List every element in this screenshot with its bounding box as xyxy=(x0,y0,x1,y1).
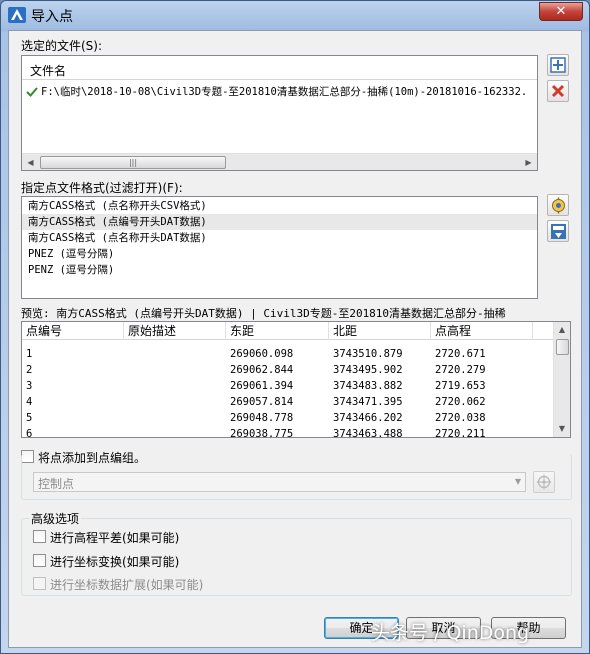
column-header-raw-description[interactable]: 原始描述 xyxy=(124,322,226,340)
cell-point-number: 1 xyxy=(26,348,33,360)
table-row[interactable]: 6 269038.775 3743463.488 2720.211 xyxy=(22,426,553,442)
cell-raw-description xyxy=(124,362,226,378)
scroll-up-icon[interactable]: ▲ xyxy=(554,322,570,338)
format-item[interactable]: PNEZ (逗号分隔) xyxy=(28,246,114,262)
scroll-right-icon[interactable]: ▶ xyxy=(520,154,537,171)
cell-raw-description xyxy=(124,394,226,410)
dialog-body: 选定的文件(S): 文件名 F:\临时\2018-10-08\Civil3D专题… xyxy=(8,30,582,648)
cell-raw-description xyxy=(124,378,226,394)
cell-elevation: 2720.211 xyxy=(435,428,486,440)
cell-northing: 3743483.882 xyxy=(333,380,403,392)
cell-point-number: 4 xyxy=(26,396,33,408)
manage-formats-button[interactable] xyxy=(547,194,569,216)
point-group-dropdown[interactable]: 控制点 ▾ xyxy=(33,472,526,492)
point-group-value: 控制点 xyxy=(38,477,75,491)
preview-vertical-scrollbar[interactable]: ▲ ▼ xyxy=(553,322,570,437)
coordinate-data-expansion-label: 进行坐标数据扩展(如果可能) xyxy=(50,578,204,592)
remove-icon xyxy=(551,84,565,98)
cell-easting: 269038.775 xyxy=(230,428,294,440)
add-files-button[interactable] xyxy=(547,54,569,76)
selected-files-list[interactable]: 文件名 F:\临时\2018-10-08\Civil3D专题-至201810清基… xyxy=(21,55,538,171)
coordinate-transform-checkbox[interactable] xyxy=(33,554,46,567)
preview-table-header: 点编号 原始描述 东距 北距 点高程 xyxy=(22,322,553,340)
files-list-header: 文件名 xyxy=(22,62,537,80)
edit-format-icon xyxy=(551,224,566,239)
checkmark-icon xyxy=(26,87,38,97)
scroll-down-icon[interactable]: ▼ xyxy=(554,421,570,437)
selected-files-label: 选定的文件(S): xyxy=(21,39,103,53)
add-files-icon xyxy=(550,57,566,73)
cell-point-number: 5 xyxy=(26,412,33,424)
elevation-adjustment-label: 进行高程平差(如果可能) xyxy=(50,531,180,545)
format-item[interactable]: 南方CASS格式 (点名称开头DAT数据) xyxy=(28,230,207,246)
preview-scroll-thumb[interactable] xyxy=(556,339,569,355)
table-row[interactable]: 4 269057.814 3743471.395 2720.062 xyxy=(22,394,553,410)
files-horizontal-scrollbar[interactable]: ◀ ||| ▶ xyxy=(22,153,537,170)
close-icon: ✕ xyxy=(555,4,567,19)
point-file-format-list[interactable]: 南方CASS格式 (点名称开头CSV格式) 南方CASS格式 (点编号开头DAT… xyxy=(21,196,538,299)
format-item[interactable]: PENZ (逗号分隔) xyxy=(28,262,114,278)
point-file-format-label: 指定点文件格式(过滤打开)(F): xyxy=(21,181,183,195)
column-header-elevation[interactable]: 点高程 xyxy=(431,322,533,340)
scroll-left-icon[interactable]: ◀ xyxy=(22,154,39,171)
cell-elevation: 2720.038 xyxy=(435,412,486,424)
advanced-options-title: 高级选项 xyxy=(29,510,82,527)
cell-raw-description xyxy=(124,346,226,362)
point-group-picker-icon xyxy=(536,474,552,490)
import-points-dialog: 导入点 ✕ 选定的文件(S): 文件名 F:\临时\2018-10-08\Civ… xyxy=(0,0,590,654)
cell-northing: 3743510.879 xyxy=(333,348,403,360)
cell-elevation: 2720.062 xyxy=(435,396,486,408)
scroll-thumb[interactable]: ||| xyxy=(40,156,226,169)
format-manager-icon xyxy=(552,197,565,214)
coordinate-data-expansion-checkbox[interactable] xyxy=(33,577,46,590)
cell-northing: 3743471.395 xyxy=(333,396,403,408)
cell-easting: 269061.394 xyxy=(230,380,294,392)
civil3d-app-icon xyxy=(8,7,26,23)
column-header-point-number[interactable]: 点编号 xyxy=(22,322,124,340)
file-path: F:\临时\2018-10-08\Civil3D专题-至201810清基数据汇总… xyxy=(41,86,528,98)
title-bar[interactable]: 导入点 ✕ xyxy=(1,1,589,29)
cell-point-number: 3 xyxy=(26,380,33,392)
file-name-column-header[interactable]: 文件名 xyxy=(26,62,534,80)
format-item-selected[interactable]: 南方CASS格式 (点编号开头DAT数据) xyxy=(22,214,537,230)
cell-easting: 269062.844 xyxy=(230,364,294,376)
close-button[interactable]: ✕ xyxy=(539,2,583,21)
cell-easting: 269057.814 xyxy=(230,396,294,408)
elevation-adjustment-checkbox[interactable] xyxy=(33,530,46,543)
coordinate-transform-label: 进行坐标变换(如果可能) xyxy=(50,555,180,569)
table-row[interactable]: 1 269060.098 3743510.879 2720.671 xyxy=(22,346,553,362)
cell-elevation: 2720.279 xyxy=(435,364,486,376)
window-title: 导入点 xyxy=(31,9,73,25)
format-item[interactable]: 南方CASS格式 (点名称开头CSV格式) xyxy=(28,198,207,214)
create-point-group-button[interactable] xyxy=(533,471,555,493)
column-header-northing[interactable]: 北距 xyxy=(329,322,431,340)
cell-elevation: 2719.653 xyxy=(435,380,486,392)
remove-file-button[interactable] xyxy=(547,80,569,102)
preview-table[interactable]: 点编号 原始描述 东距 北距 点高程 1 269060.098 3743510.87… xyxy=(21,321,571,440)
preview-label: 预览: 南方CASS格式 (点编号开头DAT数据) | Civil3D专题-至2… xyxy=(21,307,506,320)
table-row[interactable]: 5 269048.778 3743466.202 2720.038 xyxy=(22,410,553,426)
table-row[interactable]: 3 269061.394 3743483.882 2719.653 xyxy=(22,378,553,394)
cell-northing: 3743466.202 xyxy=(333,412,403,424)
table-row[interactable]: 2 269062.844 3743495.902 2720.279 xyxy=(22,362,553,378)
cell-raw-description xyxy=(124,426,226,442)
cell-point-number: 6 xyxy=(26,428,33,440)
cell-easting: 269060.098 xyxy=(230,348,294,360)
cell-elevation: 2720.671 xyxy=(435,348,486,360)
cell-raw-description xyxy=(124,410,226,426)
column-header-easting[interactable]: 东距 xyxy=(226,322,329,340)
cell-easting: 269048.778 xyxy=(230,412,294,424)
watermark: 头条号 / QinDong xyxy=(371,622,530,644)
chevron-down-icon: ▾ xyxy=(514,474,521,488)
cell-northing: 3743495.902 xyxy=(333,364,403,376)
format-settings-button[interactable] xyxy=(547,220,569,242)
cell-point-number: 2 xyxy=(26,364,33,376)
cell-northing: 3743463.488 xyxy=(333,428,403,440)
